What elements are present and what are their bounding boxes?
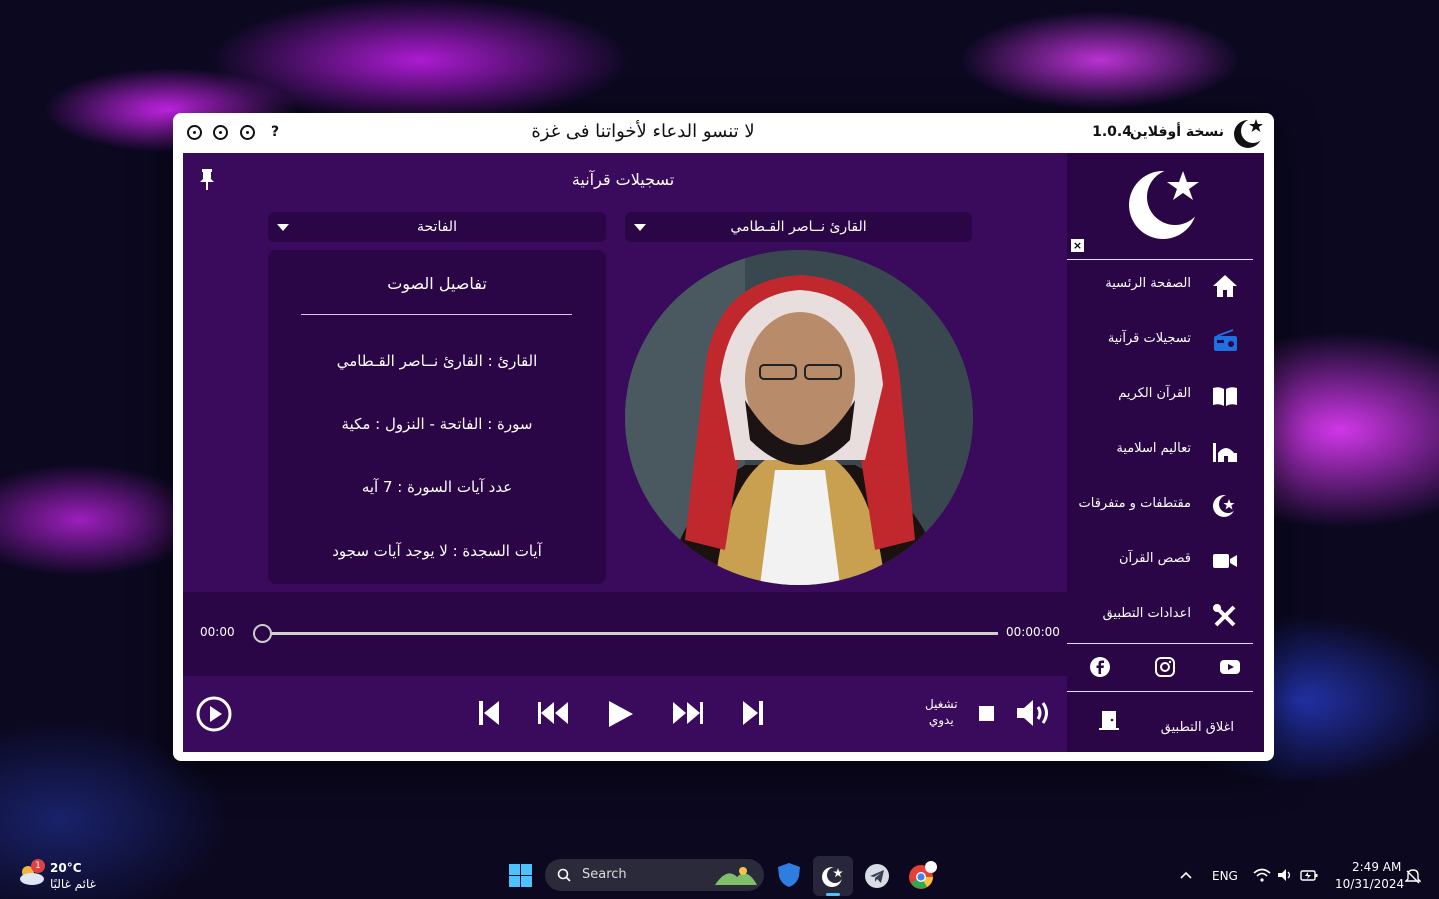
video-icon	[1213, 554, 1237, 568]
version-label: 1.0.4	[1092, 124, 1132, 140]
search-highlight-icon	[715, 867, 757, 885]
nav-item-label: تعاليم اسلامية	[1116, 441, 1191, 456]
exit-app-label: اغلاق التطبيق	[1160, 720, 1234, 735]
defender-shield-icon[interactable]	[777, 862, 801, 888]
nav-item-quran[interactable]: القرآن الكريم	[1067, 370, 1253, 422]
playback-mode-line1: تشغيل	[925, 697, 958, 711]
audio-details-title: تفاصيل الصوت	[387, 274, 487, 293]
home-icon	[1213, 275, 1237, 297]
app-crescent-icon	[822, 867, 843, 887]
youtube-icon[interactable]	[1219, 656, 1241, 678]
taskbar: 1 20°C غائم غالبًا Search ENG 2:49 AM 10…	[0, 851, 1439, 899]
main-panel: تسجيلات قرآنية الفاتحة القارئ نــاصر الق…	[183, 153, 1067, 592]
weather-temp: 20°C	[50, 861, 82, 875]
seek-track[interactable]	[261, 632, 998, 635]
nav-item-settings[interactable]: اعدادات التطبيق	[1067, 590, 1253, 642]
stop-icon[interactable]	[979, 706, 994, 721]
nav-item-stories[interactable]: قصص القرآن	[1067, 535, 1253, 587]
page-title: تسجيلات قرآنية	[571, 170, 675, 189]
divider	[1067, 691, 1253, 692]
app-logo-icon	[1234, 119, 1265, 148]
app-window: ? لا تنسو الدعاء لأخواتنا فى غزة 1.0.4 ن…	[173, 113, 1274, 761]
skip-next-icon[interactable]	[742, 700, 764, 726]
taskbar-search[interactable]: Search	[545, 859, 764, 891]
skip-previous-icon[interactable]	[478, 700, 500, 726]
weather-badge: 1	[31, 859, 45, 873]
windows-start-icon[interactable]	[509, 864, 532, 887]
nav-item-label: مقتطفات و متفرقات	[1078, 496, 1192, 511]
reciter-detail: القارئ : القارئ نــاصر القـطامي	[336, 352, 538, 370]
nav-item-teachings[interactable]: تعاليم اسلامية	[1067, 425, 1253, 477]
tools-icon	[1213, 604, 1236, 627]
chevron-up-icon[interactable]	[1180, 870, 1192, 880]
volume-icon[interactable]	[1015, 698, 1051, 728]
nav-item-excerpts[interactable]: مقتطفات و متفرقات	[1067, 480, 1253, 532]
app-name: نسخة أوفلاين	[1129, 124, 1224, 140]
battery-icon[interactable]	[1300, 868, 1318, 882]
nav-item-label: تسجيلات قرآنية	[1107, 331, 1191, 346]
crescent-star-logo-icon	[1129, 169, 1203, 239]
seek-handle[interactable]	[253, 624, 272, 643]
sajda-detail: آيات السجدة : لا يوجد آيات سجود	[332, 542, 542, 560]
play-circle-icon[interactable]	[196, 696, 232, 732]
notification-bell-icon[interactable]	[1405, 868, 1421, 884]
divider	[1067, 643, 1253, 644]
sidebar: × الصفحة الرئسية تسجيلات قرآنية القرآن ا…	[1067, 153, 1264, 752]
close-sidebar-button[interactable]: ×	[1071, 239, 1084, 252]
reciter-dropdown-value: القارئ نــاصر القـطامي	[730, 219, 867, 235]
title-bar: ? لا تنسو الدعاء لأخواتنا فى غزة 1.0.4 ن…	[173, 113, 1274, 153]
total-time: 00:00:00	[1006, 625, 1060, 639]
window-button-3[interactable]	[240, 125, 255, 140]
reciter-dropdown[interactable]: القارئ نــاصر القـطامي	[625, 212, 972, 242]
player-controls: تشغيل يدوي	[183, 676, 1067, 752]
window-button-1[interactable]	[187, 125, 202, 140]
telegram-icon[interactable]	[864, 863, 890, 889]
reciter-photo	[625, 250, 973, 585]
chrome-icon[interactable]	[907, 861, 937, 891]
fast-forward-icon[interactable]	[673, 702, 703, 724]
clock-date[interactable]: 10/31/2024	[1335, 877, 1404, 891]
book-icon	[1213, 387, 1237, 406]
playback-mode-line2: يدوي	[928, 713, 954, 727]
instagram-icon[interactable]	[1154, 656, 1176, 678]
facebook-icon[interactable]	[1089, 656, 1111, 678]
pin-icon[interactable]	[199, 169, 215, 191]
nav-item-home[interactable]: الصفحة الرئسية	[1067, 260, 1253, 312]
nav-item-recordings[interactable]: تسجيلات قرآنية	[1067, 315, 1253, 367]
search-icon	[557, 868, 571, 882]
mosque-icon	[1213, 443, 1237, 462]
current-time: 00:00	[200, 625, 235, 639]
crescent-star-icon	[1213, 495, 1237, 517]
radio-icon	[1214, 329, 1237, 351]
taskbar-app-active[interactable]	[813, 856, 853, 896]
audio-details-card: تفاصيل الصوت القارئ : القارئ نــاصر القـ…	[268, 250, 606, 584]
nav-item-label: اعدادات التطبيق	[1102, 606, 1191, 621]
clock-time[interactable]: 2:49 AM	[1352, 860, 1401, 874]
surah-dropdown-value: الفاتحة	[417, 219, 457, 235]
exit-door-icon	[1099, 711, 1119, 730]
nav-item-label: الصفحة الرئسية	[1105, 276, 1191, 291]
play-icon[interactable]	[608, 700, 634, 728]
window-button-2[interactable]	[213, 125, 228, 140]
surah-dropdown[interactable]: الفاتحة	[268, 212, 606, 242]
help-button[interactable]: ?	[271, 124, 279, 140]
nav-item-label: قصص القرآن	[1118, 551, 1191, 566]
title-message: لا تنسو الدعاء لأخواتنا فى غزة	[531, 121, 755, 142]
nav-item-label: القرآن الكريم	[1118, 386, 1191, 401]
speaker-icon[interactable]	[1277, 868, 1293, 882]
language-indicator[interactable]: ENG	[1212, 869, 1238, 883]
divider	[301, 314, 572, 315]
ayat-count-detail: عدد آيات السورة : 7 آيه	[361, 478, 513, 496]
rewind-icon[interactable]	[538, 702, 568, 724]
search-placeholder: Search	[582, 867, 627, 882]
wifi-icon[interactable]	[1253, 868, 1271, 882]
chevron-down-icon	[634, 224, 646, 231]
chevron-down-icon	[277, 224, 289, 231]
surah-detail: سورة : الفاتحة - النزول : مكية	[341, 415, 533, 433]
playback-mode[interactable]: تشغيل يدوي	[925, 696, 958, 728]
seek-bar-area: 00:00 00:00:00	[183, 592, 1067, 676]
weather-desc: غائم غالبًا	[50, 877, 96, 891]
